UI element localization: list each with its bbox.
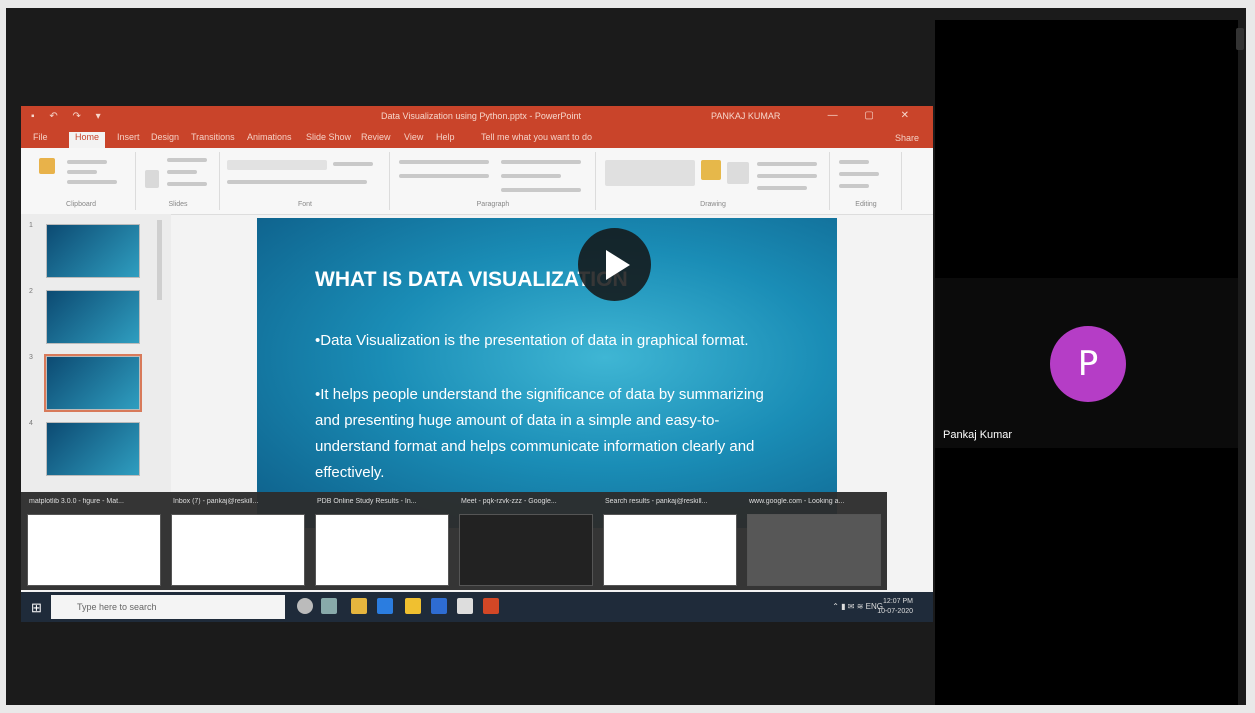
preview-title: PDB Online Study Results - In... [317,498,417,505]
cortana-icon[interactable] [297,598,313,614]
slide-number: 2 [29,288,33,295]
user-name[interactable]: PANKAJ KUMAR [711,111,780,121]
store-icon[interactable] [457,598,473,614]
clock-time: 12:07 PM [883,598,913,605]
system-tray[interactable]: ⌃ ▮ ✉ ≋ ENG [832,602,883,611]
bullet-text: It helps people understand the significa… [315,386,764,481]
ribbon-group-editing[interactable]: Editing [831,152,902,210]
share-button[interactable]: Share [895,133,919,143]
group-label: Editing [855,201,877,208]
windows-start-icon[interactable]: ⊞ [31,600,42,616]
preview-title: matplotlib 3.0.0 - figure - Mat... [29,498,124,505]
taskbar-previews: matplotlib 3.0.0 - figure - Mat... Inbox… [21,492,887,590]
preview-title: Meet - pqk-rzvk-zzz - Google... [461,498,557,505]
windows-taskbar: ⊞ Type here to search ⌃ ▮ ✉ ≋ ENG 12:07 … [21,592,933,622]
window-controls[interactable]: — ▢ ✕ [828,110,921,121]
window-preview[interactable] [27,514,161,586]
tab-transitions[interactable]: Transitions [191,132,235,146]
clock-date: 10-07-2020 [877,608,913,615]
slide-number: 4 [29,420,33,427]
slide-bullet: •Data Visualization is the presentation … [315,332,749,349]
search-placeholder: Type here to search [77,602,157,612]
tab-slide-show[interactable]: Slide Show [306,132,351,146]
folder-icon[interactable] [405,598,421,614]
ribbon: Clipboard Slides Font Paragraph Drawing … [21,148,933,215]
group-label: Font [297,201,312,208]
mail-icon[interactable] [431,598,447,614]
ppt-titlebar: ▪ ↶ ↷ ▾ Data Visualization using Python.… [21,106,933,128]
tab-animations[interactable]: Animations [247,132,292,146]
group-label: Clipboard [66,201,96,208]
task-view-icon[interactable] [321,598,337,614]
participant-avatar: P [1050,326,1126,402]
window-preview[interactable] [459,514,593,586]
group-label: Paragraph [476,201,510,208]
preview-title: www.google.com - Looking a... [749,498,845,505]
powerpoint-icon[interactable] [483,598,499,614]
slide-number: 1 [29,222,33,229]
participant-name: Pankaj Kumar [943,429,1013,441]
file-explorer-icon[interactable] [351,598,367,614]
window-preview[interactable] [747,514,881,586]
meeting-stage: ▪ ↶ ↷ ▾ Data Visualization using Python.… [6,8,1246,705]
bullet-text: Data Visualization is the presentation o… [320,332,749,349]
participant-tile-empty [935,20,1238,276]
preview-title: Inbox (7) - pankaj@reskill... [173,498,259,505]
tab-file[interactable]: File [33,132,48,146]
play-icon[interactable] [578,228,651,301]
taskbar-clock[interactable]: 12:07 PM 10-07-2020 [877,597,913,617]
slide-canvas[interactable]: WHAT IS DATA VISUALIZATION •Data Visuali… [257,218,837,528]
slide-bullet: •It helps people understand the signific… [315,386,764,481]
window-preview[interactable] [315,514,449,586]
ribbon-group-slides[interactable]: Slides [137,152,220,210]
window-preview[interactable] [603,514,737,586]
group-label: Slides [168,201,188,208]
window-title: Data Visualization using Python.pptx - P… [381,111,581,121]
group-label: Drawing [700,201,726,208]
participants-panel: P Pankaj Kumar [935,20,1238,705]
tab-home[interactable]: Home [69,132,106,148]
quick-access-toolbar[interactable]: ▪ ↶ ↷ ▾ [31,111,107,122]
ribbon-tabs: File Home Insert Design Transitions Anim… [21,128,933,148]
slide-thumbnail-pane: 1 2 3 4 [21,214,171,494]
slide-number: 3 [29,354,33,361]
panel-scroll-handle[interactable] [1236,28,1244,50]
ribbon-group-clipboard[interactable]: Clipboard [27,152,136,210]
tab-view[interactable]: View [404,132,423,146]
tell-me-search[interactable]: Tell me what you want to do [481,132,592,146]
ribbon-group-paragraph[interactable]: Paragraph [391,152,596,210]
taskbar-search-input[interactable]: Type here to search [51,595,285,619]
ribbon-group-drawing[interactable]: Drawing [597,152,830,210]
tab-review[interactable]: Review [361,132,391,146]
window-preview[interactable] [171,514,305,586]
participant-tile[interactable]: P Pankaj Kumar [935,278,1238,448]
shared-screen: ▪ ↶ ↷ ▾ Data Visualization using Python.… [21,106,933,622]
slide-thumbnail-selected[interactable] [44,354,142,412]
slide-thumbnail[interactable] [46,422,140,476]
preview-title: Search results - pankaj@reskill... [605,498,708,505]
thumbnail-scrollbar[interactable] [157,220,162,300]
ribbon-group-font[interactable]: Font [221,152,390,210]
tab-design[interactable]: Design [151,132,179,146]
slide-thumbnail[interactable] [46,290,140,344]
slide-thumbnail[interactable] [46,224,140,278]
tab-help[interactable]: Help [436,132,455,146]
edge-icon[interactable] [377,598,393,614]
tab-insert[interactable]: Insert [117,132,140,146]
participant-tile-empty [935,450,1238,705]
